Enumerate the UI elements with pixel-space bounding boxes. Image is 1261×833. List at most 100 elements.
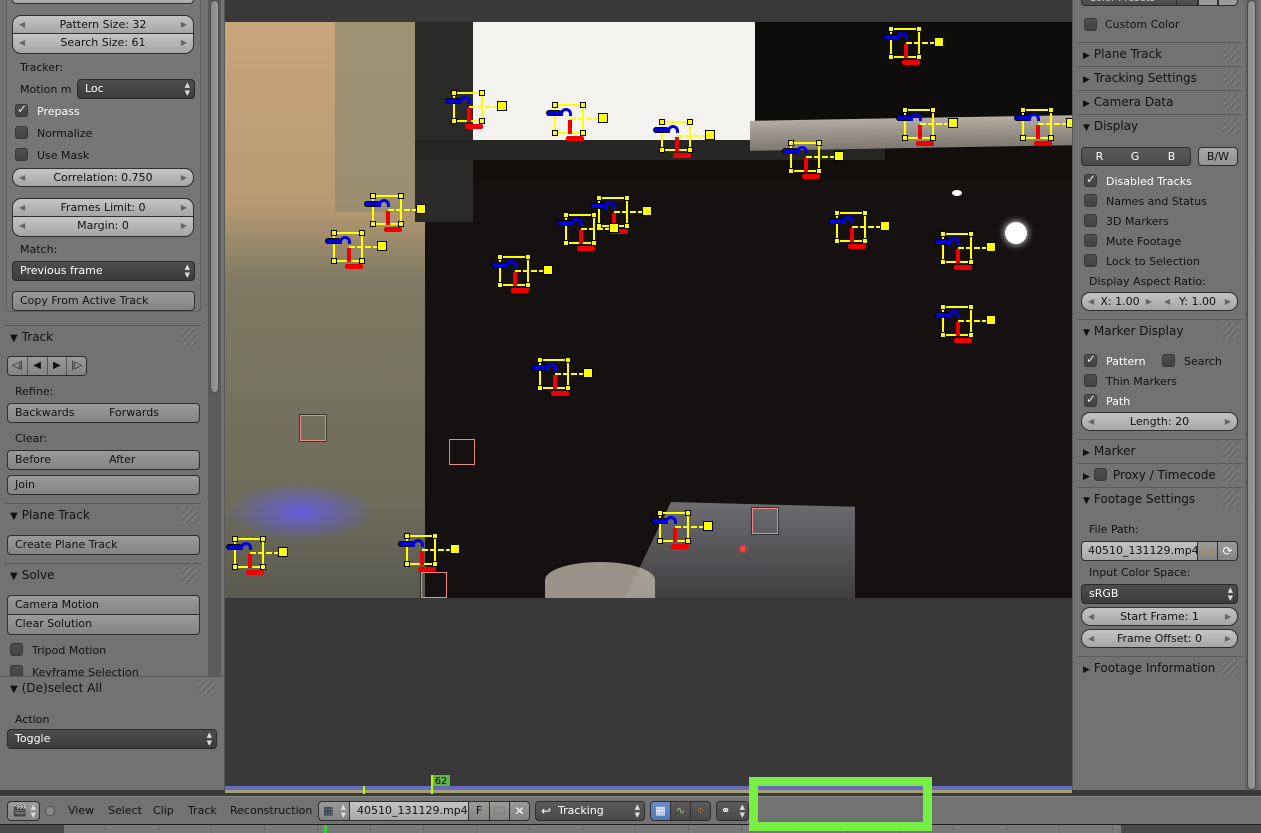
marker-corner-handle[interactable] — [834, 210, 840, 216]
refine-forwards-button[interactable]: Forwards — [102, 403, 200, 423]
add-preset-button[interactable] — [1198, 0, 1218, 6]
marker-corner-handle[interactable] — [902, 107, 908, 113]
marker-corner-handle[interactable] — [432, 533, 438, 539]
marker-corner-handle[interactable] — [940, 231, 946, 237]
marker-offset-handle[interactable] — [416, 204, 426, 214]
reload-button[interactable]: ⟳ — [1218, 541, 1238, 561]
disabled-track-marker[interactable] — [752, 508, 778, 534]
correlation-field[interactable]: ◀ Correlation: 0.750 ▶ — [12, 168, 194, 187]
marker-corner-handle[interactable] — [968, 304, 974, 310]
marker-corner-handle[interactable] — [916, 54, 922, 60]
marker-corner-handle[interactable] — [370, 193, 376, 199]
track-marker[interactable] — [896, 107, 958, 146]
track-panel-header[interactable]: ▼ Track — [4, 325, 201, 347]
panel-grip-icon[interactable] — [1223, 118, 1239, 134]
names-and-status-checkbox[interactable] — [1084, 194, 1097, 207]
marker-display-panel-header[interactable]: ▼ Marker Display — [1077, 319, 1243, 343]
proxy-timecode-panel-header[interactable]: ▶ Proxy / Timecode — [1077, 463, 1243, 487]
file-path-field[interactable]: 40510_131129.mp4 — [1081, 541, 1198, 561]
panel-grip-icon[interactable] — [1223, 94, 1239, 110]
tracking-settings-panel-header[interactable]: ▶ Tracking Settings — [1077, 66, 1243, 90]
marker-offset-handle[interactable] — [583, 368, 593, 378]
marker-corner-handle[interactable] — [940, 332, 946, 338]
margin-field[interactable]: ◀ Margin: 0 ▶ — [12, 217, 194, 237]
marker-corner-handle[interactable] — [968, 259, 974, 265]
search-checkbox[interactable] — [1162, 354, 1175, 367]
marker-corner-handle[interactable] — [930, 107, 936, 113]
track-marker[interactable] — [782, 140, 844, 179]
marker-corner-handle[interactable] — [1020, 107, 1026, 113]
marker-offset-handle[interactable] — [598, 113, 608, 123]
marker-corner-handle[interactable] — [916, 26, 922, 32]
marker-corner-handle[interactable] — [968, 332, 974, 338]
join-button[interactable]: Join — [7, 475, 200, 495]
tool-shelf-scrollbar-thumb[interactable] — [210, 0, 219, 393]
marker-corner-handle[interactable] — [591, 212, 597, 218]
collapse-menus-icon[interactable] — [45, 806, 55, 816]
marker-corner-handle[interactable] — [563, 240, 569, 246]
marker-corner-handle[interactable] — [497, 282, 503, 288]
marker-offset-handle[interactable] — [934, 37, 944, 47]
marker-corner-handle[interactable] — [685, 538, 691, 544]
track-marker[interactable] — [398, 533, 460, 572]
display-panel-header[interactable]: ▼ Display — [1077, 114, 1243, 138]
channel-b-button[interactable]: B — [1153, 147, 1191, 166]
marker-offset-handle[interactable] — [834, 151, 844, 161]
action-select[interactable]: Toggle ▲ ▼ — [7, 729, 217, 749]
lock-to-selection-checkbox[interactable] — [1084, 254, 1097, 267]
match-select[interactable]: Previous frame ▲ ▼ — [12, 261, 195, 281]
track-marker[interactable] — [1014, 107, 1072, 146]
plane-track-panel-header[interactable]: ▶ Plane Track — [1077, 42, 1243, 66]
panel-grip-icon[interactable] — [1223, 46, 1239, 62]
track-marker[interactable] — [557, 212, 619, 251]
prepass-checkbox[interactable] — [15, 102, 28, 117]
clip-browse-button[interactable]: ▦ ▲ ▼ — [318, 801, 350, 821]
fake-user-button[interactable]: F — [468, 801, 490, 821]
marker-corner-handle[interactable] — [359, 230, 365, 236]
menu-track[interactable]: Track — [188, 797, 217, 825]
search-size-field[interactable]: ◀ Search Size: 61 ▶ — [12, 34, 194, 54]
marker-offset-handle[interactable] — [880, 221, 890, 231]
copy-from-active-track-button[interactable]: Copy From Active Track — [12, 291, 195, 311]
marker-corner-handle[interactable] — [816, 140, 822, 146]
clear-before-button[interactable]: Before — [7, 450, 103, 470]
disabled-tracks-checkbox[interactable] — [1084, 172, 1097, 187]
current-frame-line[interactable] — [431, 775, 433, 794]
panel-grip-icon[interactable] — [1223, 467, 1239, 483]
marker-offset-handle[interactable] — [278, 547, 288, 557]
marker-corner-handle[interactable] — [565, 357, 571, 363]
marker-panel-header[interactable]: ▶ Marker — [1077, 439, 1243, 463]
keyframe-selection-checkbox[interactable] — [10, 665, 23, 676]
marker-corner-handle[interactable] — [862, 238, 868, 244]
frames-limit-field[interactable]: ◀ Frames Limit: 0 ▶ — [12, 198, 194, 217]
properties-scrollbar-thumb[interactable] — [1247, 0, 1256, 790]
track-marker[interactable] — [934, 231, 996, 270]
panel-grip-icon[interactable] — [181, 507, 197, 523]
marker-corner-handle[interactable] — [687, 147, 693, 153]
marker-corner-handle[interactable] — [930, 135, 936, 141]
marker-corner-handle[interactable] — [232, 536, 238, 542]
plane-track-panel-header[interactable]: ▼ Plane Track — [4, 503, 201, 525]
track-backwards-step-button[interactable]: ◁| — [8, 357, 28, 375]
disabled-track-marker[interactable] — [300, 415, 326, 441]
marker-corner-handle[interactable] — [563, 212, 569, 218]
marker-corner-handle[interactable] — [888, 26, 894, 32]
marker-corner-handle[interactable] — [398, 221, 404, 227]
marker-corner-handle[interactable] — [1048, 107, 1054, 113]
clear-after-button[interactable]: After — [102, 450, 200, 470]
panel-grip-icon[interactable] — [1223, 70, 1239, 86]
track-backwards-button[interactable]: ◀ — [27, 357, 48, 375]
color-space-select[interactable]: sRGB ▲ ▼ — [1081, 584, 1238, 604]
marker-corner-handle[interactable] — [862, 210, 868, 216]
aspect-y-field[interactable]: ◀ Y: 1.00 ▶ — [1158, 292, 1238, 311]
top-cutoff-buttons[interactable] — [12, 0, 194, 4]
marker-offset-handle[interactable] — [497, 101, 507, 111]
panel-grip-icon[interactable] — [199, 680, 215, 696]
marker-corner-handle[interactable] — [537, 385, 543, 391]
marker-offset-handle[interactable] — [948, 118, 958, 128]
marker-offset-handle[interactable] — [609, 223, 619, 233]
marker-corner-handle[interactable] — [816, 168, 822, 174]
path-checkbox[interactable] — [1084, 392, 1097, 407]
refine-backwards-button[interactable]: Backwards — [7, 403, 103, 423]
marker-corner-handle[interactable] — [659, 119, 665, 125]
